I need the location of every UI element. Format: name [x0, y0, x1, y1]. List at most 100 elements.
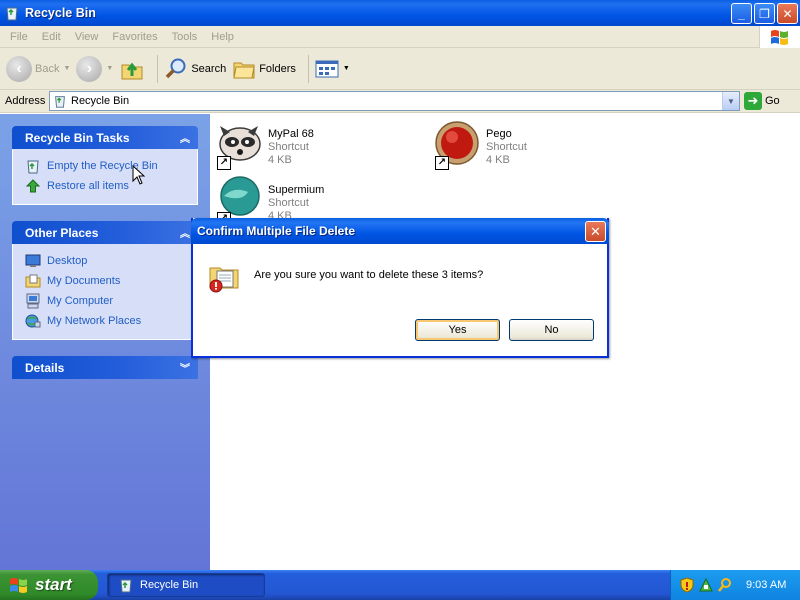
menu-help[interactable]: Help — [204, 31, 241, 43]
menu-favorites[interactable]: Favorites — [105, 31, 164, 43]
my-computer-label: My Computer — [47, 295, 114, 307]
file-item-mypal[interactable]: ↗ MyPal 68 Shortcut 4 KB — [214, 120, 314, 170]
system-tray: 9:03 AM — [670, 570, 800, 600]
folders-button[interactable]: Folders — [232, 52, 296, 86]
details-header[interactable]: Details ︾ — [12, 356, 198, 379]
address-bar: Address ▼ ➜ Go — [0, 90, 800, 113]
details-panel: Details ︾ — [12, 356, 198, 379]
forward-arrow-icon: › — [76, 55, 103, 82]
desktop-label: Desktop — [47, 255, 88, 267]
other-places-header[interactable]: Other Places ︽ — [12, 221, 198, 244]
empty-recycle-bin-link[interactable]: Empty the Recycle Bin — [25, 156, 187, 176]
toolbar-separator — [157, 54, 159, 83]
restore-arrow-icon — [25, 179, 41, 193]
file-type: Shortcut — [486, 141, 527, 153]
folders-icon — [233, 62, 255, 78]
back-button[interactable]: ‹ Back ▼ — [6, 52, 70, 86]
details-title: Details — [25, 360, 65, 375]
restore-all-items-label: Restore all items — [47, 180, 129, 192]
file-size: 4 KB — [268, 154, 292, 166]
window-titlebar[interactable]: Recycle Bin _ ❐ ✕ — [0, 0, 800, 26]
up-folder-button[interactable] — [119, 52, 145, 86]
file-type: Shortcut — [268, 141, 309, 153]
recycle-bin-tasks-panel: Recycle Bin Tasks ︽ Empty the Recycle Bi… — [12, 126, 198, 205]
menu-tools[interactable]: Tools — [165, 31, 205, 43]
back-arrow-icon: ‹ — [6, 55, 32, 82]
menu-view[interactable]: View — [68, 31, 106, 43]
views-button[interactable]: ▼ — [315, 52, 350, 86]
recycle-bin-icon — [6, 7, 18, 21]
file-name: Pego — [486, 128, 512, 140]
recycle-bin-tasks-header[interactable]: Recycle Bin Tasks ︽ — [12, 126, 198, 149]
taskbar-recycle-bin[interactable]: Recycle Bin — [107, 573, 265, 597]
windows-logo — [759, 26, 800, 48]
forward-button[interactable]: › ▼ — [76, 52, 113, 86]
my-network-places-link[interactable]: My Network Places — [25, 311, 187, 331]
file-name: Supermium — [268, 184, 325, 196]
search-tray-icon[interactable] — [717, 577, 733, 593]
folders-label: Folders — [259, 62, 296, 75]
taskbar: start Recycle Bin 9:03 AM — [0, 570, 800, 600]
menu-file[interactable]: File — [3, 31, 35, 43]
back-dropdown-icon[interactable]: ▼ — [63, 65, 70, 72]
other-places-panel: Other Places ︽ Desktop My Documents My C… — [12, 221, 198, 340]
address-label: Address — [5, 95, 46, 107]
collapse-chevron-icon[interactable]: ︽ — [180, 130, 190, 145]
dialog-title: Confirm Multiple File Delete — [197, 224, 356, 238]
up-folder-icon — [121, 62, 143, 79]
task-pane: Recycle Bin Tasks ︽ Empty the Recycle Bi… — [0, 114, 210, 570]
restore-all-items-link[interactable]: Restore all items — [25, 176, 187, 196]
yes-button[interactable]: Yes — [415, 319, 500, 341]
start-label: start — [35, 575, 72, 594]
maximize-button[interactable]: ❐ — [754, 3, 775, 24]
go-button[interactable]: ➜ Go — [744, 92, 780, 110]
my-network-places-label: My Network Places — [47, 315, 142, 327]
search-label: Search — [191, 62, 227, 75]
my-documents-label: My Documents — [47, 275, 121, 287]
desktop-link[interactable]: Desktop — [25, 251, 187, 271]
no-button[interactable]: No — [509, 319, 594, 341]
menu-bar: File Edit View Favorites Tools Help — [0, 26, 800, 48]
file-size: 4 KB — [486, 154, 510, 166]
window-title: Recycle Bin — [25, 6, 96, 20]
my-network-places-icon — [25, 314, 41, 328]
forward-dropdown-icon[interactable]: ▼ — [106, 65, 113, 72]
delete-files-warning-icon — [209, 267, 239, 293]
views-dropdown-icon[interactable]: ▼ — [343, 65, 350, 72]
expand-chevron-icon[interactable]: ︾ — [180, 360, 190, 375]
address-input[interactable] — [71, 95, 711, 107]
desktop-icon — [25, 254, 41, 267]
shortcut-arrow-icon: ↗ — [435, 156, 449, 170]
recycle-bin-icon — [27, 160, 39, 174]
address-dropdown-icon[interactable]: ▼ — [722, 92, 739, 110]
shortcut-arrow-icon: ↗ — [217, 156, 231, 170]
mouse-cursor-icon — [132, 165, 146, 185]
toolbar-separator — [307, 54, 309, 83]
menu-edit[interactable]: Edit — [35, 31, 68, 43]
dialog-titlebar[interactable]: Confirm Multiple File Delete ✕ — [191, 218, 609, 244]
windows-flag-icon — [771, 30, 788, 45]
dialog-message: Are you sure you want to delete these 3 … — [254, 269, 484, 281]
clock[interactable]: 9:03 AM — [746, 579, 786, 591]
start-button[interactable]: start — [0, 570, 98, 600]
network-icon[interactable] — [698, 577, 714, 593]
go-label: Go — [765, 95, 780, 107]
minimize-button[interactable]: _ — [731, 3, 752, 24]
my-computer-link[interactable]: My Computer — [25, 291, 187, 311]
other-places-title: Other Places — [25, 225, 99, 240]
search-button[interactable]: Search — [164, 52, 226, 86]
close-button[interactable]: ✕ — [777, 3, 798, 24]
my-computer-icon — [26, 293, 40, 309]
security-shield-icon[interactable] — [679, 577, 695, 593]
dialog-close-button[interactable]: ✕ — [585, 221, 606, 242]
collapse-chevron-icon[interactable]: ︽ — [180, 225, 190, 240]
recycle-bin-icon — [120, 579, 132, 593]
my-documents-link[interactable]: My Documents — [25, 271, 187, 291]
recycle-bin-icon — [55, 96, 65, 108]
toolbar: ‹ Back ▼ › ▼ Search Folders ▼ — [0, 48, 800, 90]
address-field[interactable]: ▼ — [49, 91, 740, 111]
windows-flag-icon — [10, 578, 27, 593]
search-icon — [166, 58, 186, 78]
file-type: Shortcut — [268, 197, 309, 209]
file-item-pego[interactable]: ↗ Pego Shortcut 4 KB — [432, 120, 527, 170]
